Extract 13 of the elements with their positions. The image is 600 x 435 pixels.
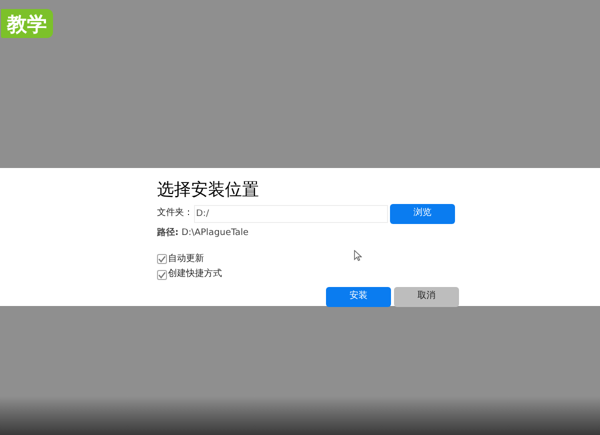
cancel-button[interactable]: 取消 <box>394 286 459 306</box>
option-checkbox[interactable]: 创建快捷方式 <box>157 268 222 282</box>
path-text: 路径: D:\APlagueTale <box>157 227 250 240</box>
folder-field[interactable]: D:/ <box>194 205 388 223</box>
cursor-icon <box>354 250 362 261</box>
folder-label: 文件夹： <box>157 207 194 220</box>
checkbox-box[interactable] <box>157 270 167 280</box>
dialog-title: 选择安装位置 <box>157 180 260 200</box>
install-button[interactable]: 安装 <box>326 286 391 306</box>
option-checkbox[interactable]: 自动更新 <box>157 252 204 266</box>
checkbox-box[interactable] <box>157 254 167 264</box>
browse-button[interactable]: 浏览 <box>390 204 455 224</box>
badge: 教学 <box>1 9 53 38</box>
